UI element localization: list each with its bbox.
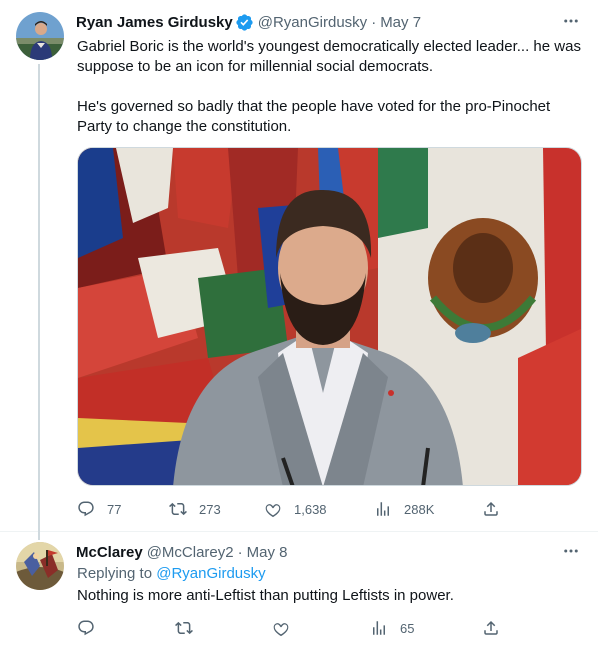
retweet-icon [175,621,193,635]
heart-icon [273,623,289,637]
tweet-date[interactable]: May 8 [247,544,288,561]
views-chart-icon [373,621,385,635]
tweet-text: Gabriel Boric is the world's youngest de… [77,37,584,137]
author-handle[interactable]: @RyanGirdusky [258,14,367,31]
replying-to: Replying to @RyanGirdusky [77,564,266,584]
verified-badge-icon [235,13,254,32]
separator-dot: · [237,543,243,561]
reply-count: 77 [107,501,122,517]
tweet-text-paragraph: Gabriel Boric is the world's youngest de… [77,38,581,75]
replying-to-label: Replying to [77,565,157,582]
reply-icon [78,501,94,517]
views-button[interactable]: 65 [370,618,414,638]
reply-button[interactable]: 77 [77,499,121,519]
like-count: 1,638 [294,501,327,517]
tweet-header: McClarey @McClarey2 · May 8 [76,542,582,562]
share-button[interactable] [482,618,500,638]
more-options-icon[interactable] [560,540,582,562]
reply-button[interactable] [77,618,95,638]
views-chart-icon [377,502,389,516]
author-name[interactable]: McClarey [76,544,143,561]
views-button[interactable]: 288K [374,499,434,519]
view-count: 65 [400,620,415,636]
tweet-photo[interactable] [77,147,582,486]
avatar[interactable] [16,12,64,60]
retweet-button[interactable] [175,618,193,638]
like-button[interactable]: 1,638 [264,499,327,519]
tweet-actions: 77 273 1,638 288K [77,499,500,519]
author-handle[interactable]: @McClarey2 [147,544,234,561]
separator-dot: · [371,13,377,31]
author-name[interactable]: Ryan James Girdusky [76,14,233,31]
view-count: 288K [404,501,435,517]
tweet-date[interactable]: May 7 [380,14,421,31]
more-options-icon[interactable] [560,10,582,32]
retweet-button[interactable]: 273 [169,499,221,519]
avatar[interactable] [16,542,64,590]
reply-icon [78,620,94,636]
share-icon [484,501,498,516]
retweet-icon [169,502,187,516]
tweet-header: Ryan James Girdusky @RyanGirdusky · May … [76,12,582,32]
tweet-text-paragraph: He's governed so badly that the people h… [77,98,551,135]
heart-icon [265,504,281,518]
tweet-actions: 65 [77,618,500,638]
thread-line [38,64,40,540]
share-button[interactable] [482,499,500,519]
tweet-main[interactable]: Ryan James Girdusky @RyanGirdusky · May … [0,0,598,540]
like-button[interactable] [272,618,290,638]
tweet-text: Nothing is more anti-Leftist than puttin… [77,586,584,606]
retweet-count: 273 [199,501,221,517]
share-icon [484,620,498,635]
replying-to-link[interactable]: @RyanGirdusky [156,565,265,582]
tweet-reply[interactable]: McClarey @McClarey2 · May 8 Replying to … [0,532,598,663]
tweet-text-paragraph: Nothing is more anti-Leftist than puttin… [77,587,454,604]
